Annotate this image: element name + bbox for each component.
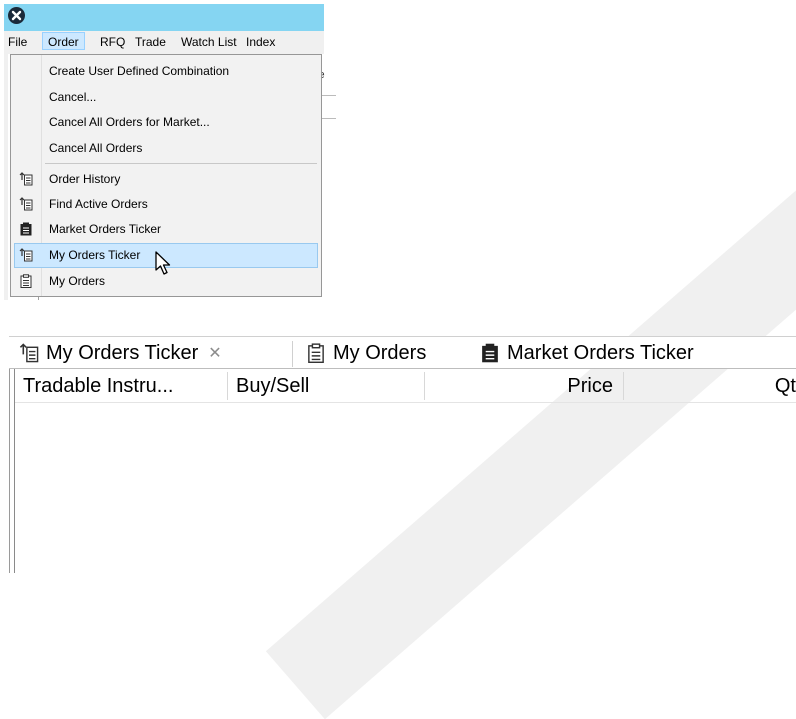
- panel-outer-border: [9, 369, 10, 573]
- menu-index[interactable]: Index: [246, 35, 275, 49]
- tab-label: My Orders Ticker: [46, 341, 199, 364]
- tab-bar-underline: [9, 368, 796, 369]
- column-header-quantity[interactable]: Qt: [624, 370, 796, 402]
- market-ticker-icon: [20, 222, 32, 236]
- menu-item-cancel-all-orders[interactable]: Cancel All Orders: [11, 136, 321, 161]
- menu-item-cancel-all-orders-for-market[interactable]: Cancel All Orders for Market...: [11, 110, 321, 135]
- menu-watch-list[interactable]: Watch List: [181, 35, 237, 49]
- menu-item-label: My Orders: [49, 274, 106, 288]
- column-header-label: Price: [567, 375, 613, 397]
- tab-separator: [292, 341, 293, 367]
- menu-item-label: Order History: [49, 172, 121, 186]
- title-bar: [4, 4, 324, 31]
- menu-item-label: Market Orders Ticker: [49, 222, 162, 236]
- menu-separator: [45, 163, 317, 164]
- tab-my-orders[interactable]: My Orders: [306, 337, 426, 369]
- menu-item-order-history[interactable]: Order History: [11, 167, 321, 192]
- menu-item-cancel[interactable]: Cancel...: [11, 85, 321, 110]
- menu-item-market-orders-ticker[interactable]: Market Orders Ticker: [11, 217, 321, 242]
- menu-order[interactable]: Order: [42, 32, 85, 50]
- menu-item-find-active-orders[interactable]: Find Active Orders: [11, 192, 321, 217]
- menu-item-label: Find Active Orders: [49, 197, 148, 211]
- column-header-tradable-instrument[interactable]: Tradable Instru...: [15, 370, 227, 402]
- tab-label: My Orders: [333, 341, 427, 364]
- mouse-pointer-icon: [155, 251, 171, 275]
- column-header-label: Tradable Instru...: [23, 375, 174, 397]
- tab-market-orders-ticker[interactable]: Market Orders Ticker: [480, 337, 694, 369]
- menu-trade[interactable]: Trade: [135, 35, 166, 49]
- ticker-list-icon: [19, 172, 33, 186]
- menu-item-label: My Orders Ticker: [49, 248, 141, 262]
- menu-item-label: Cancel...: [49, 90, 97, 104]
- ticker-list-icon: [19, 343, 39, 363]
- ticker-list-icon: [19, 248, 33, 262]
- column-header-label: Qt: [774, 375, 796, 397]
- tab-my-orders-ticker[interactable]: My Orders Ticker ✕: [19, 337, 222, 369]
- table-header-row: Tradable Instru... Buy/Sell Price Qt: [15, 370, 796, 403]
- close-tab-icon[interactable]: ✕: [208, 343, 221, 363]
- menu-item-create-user-defined-combination[interactable]: Create User Defined Combination: [11, 59, 321, 84]
- column-header-price[interactable]: Price: [425, 370, 623, 402]
- ticker-list-icon: [19, 197, 33, 211]
- column-header-label: Buy/Sell: [236, 375, 310, 397]
- tab-label: Market Orders Ticker: [507, 341, 694, 364]
- menu-rfq[interactable]: RFQ: [100, 35, 125, 49]
- clipboard-icon: [308, 343, 324, 363]
- app-window: File Order RFQ Trade Watch List Index le…: [4, 4, 336, 300]
- market-ticker-icon: [482, 343, 498, 363]
- menu-item-label: Cancel All Orders: [49, 141, 143, 155]
- menu-file[interactable]: File: [8, 35, 27, 49]
- clipboard-icon: [20, 274, 32, 288]
- menu-item-label: Cancel All Orders for Market...: [49, 115, 210, 129]
- panel-tab-bar: My Orders Ticker ✕ My Orders Market Orde…: [9, 336, 796, 369]
- menu-bar: File Order RFQ Trade Watch List Index: [4, 31, 324, 54]
- menu-item-label: Create User Defined Combination: [49, 64, 230, 78]
- column-header-buy-sell[interactable]: Buy/Sell: [228, 370, 424, 402]
- app-logo-icon: [8, 7, 25, 24]
- window-left-edge: [4, 54, 39, 300]
